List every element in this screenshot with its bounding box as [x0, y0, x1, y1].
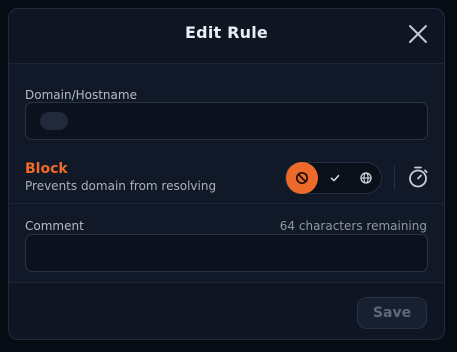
timer-button[interactable] — [405, 164, 431, 190]
action-description: Prevents domain from resolving — [25, 179, 217, 193]
rule-action-row: Block Prevents domain from resolving — [9, 150, 444, 204]
dialog-footer: Save — [9, 283, 444, 339]
close-button[interactable] — [406, 22, 430, 46]
action-title: Block — [25, 161, 68, 177]
close-icon — [409, 25, 427, 43]
toolbar-divider — [394, 166, 395, 190]
dialog-title: Edit Rule — [185, 23, 268, 42]
comment-label: Comment — [25, 219, 84, 233]
redirect-option-button[interactable] — [350, 163, 382, 193]
dialog-header: Edit Rule — [9, 9, 444, 63]
action-toggle — [285, 162, 382, 194]
block-option-button[interactable] — [286, 162, 318, 194]
allow-option-button[interactable] — [319, 163, 351, 193]
timer-icon — [409, 166, 428, 188]
input-skeleton — [40, 112, 68, 130]
edit-rule-dialog: Edit Rule Domain/Hostname Block Prevents… — [8, 8, 445, 340]
save-button[interactable]: Save — [357, 297, 427, 329]
characters-remaining: 64 characters remaining — [279, 219, 427, 233]
globe-icon — [360, 172, 372, 184]
dialog-body: Domain/Hostname Block Prevents domain fr… — [9, 63, 444, 283]
domain-input[interactable] — [25, 102, 428, 140]
comment-input[interactable] — [25, 234, 428, 272]
block-icon — [295, 171, 309, 185]
check-icon — [330, 174, 340, 182]
domain-label: Domain/Hostname — [25, 88, 137, 102]
